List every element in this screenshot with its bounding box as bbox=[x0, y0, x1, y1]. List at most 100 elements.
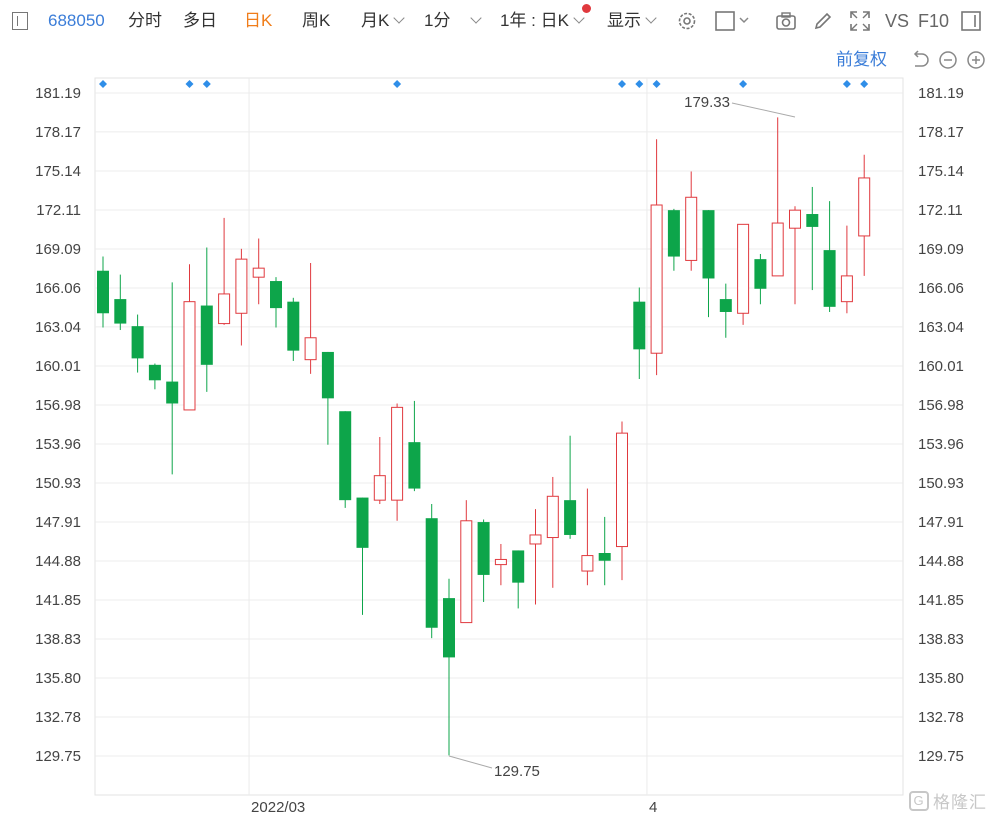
y-tick-label-left: 169.09 bbox=[35, 241, 81, 258]
y-tick-label-right: 175.14 bbox=[918, 163, 964, 180]
y-tick-label-left: 138.83 bbox=[35, 631, 81, 648]
candle-body-down bbox=[823, 250, 836, 307]
candle-body-up bbox=[529, 534, 542, 545]
watermark-mark-icon: G bbox=[909, 790, 929, 811]
candle-body-up bbox=[685, 196, 698, 261]
candle-body-up bbox=[789, 209, 801, 229]
max-annotation-label: 179.33 bbox=[684, 94, 730, 111]
candle-body-down bbox=[270, 281, 282, 309]
candle-body-down bbox=[702, 210, 715, 279]
event-marker-icon bbox=[393, 80, 402, 88]
candle-body-up bbox=[737, 223, 750, 314]
y-tick-label-right: 129.75 bbox=[918, 748, 964, 765]
candle-body-up bbox=[840, 275, 853, 303]
y-tick-label-right: 144.88 bbox=[918, 553, 964, 570]
y-tick-label-left: 144.88 bbox=[35, 553, 81, 570]
y-tick-label-right: 172.11 bbox=[918, 202, 963, 219]
candle-body-up bbox=[858, 177, 871, 237]
candle-body-up bbox=[391, 406, 404, 501]
candle-body-down bbox=[148, 364, 161, 381]
candle-body-down bbox=[719, 299, 732, 312]
event-marker-icon bbox=[652, 80, 661, 88]
candle-body-down bbox=[114, 299, 127, 324]
y-tick-label-right: 138.83 bbox=[918, 631, 964, 648]
event-marker-icon bbox=[635, 80, 644, 88]
candle-body-down bbox=[598, 553, 611, 561]
candle-body-up bbox=[581, 555, 594, 572]
candle-body-up bbox=[304, 337, 317, 361]
y-tick-label-right: 169.09 bbox=[918, 241, 964, 258]
candle-body-down bbox=[131, 326, 144, 359]
y-tick-label-left: 147.91 bbox=[35, 514, 81, 531]
x-tick-label: 4 bbox=[649, 799, 657, 816]
event-marker-icon bbox=[99, 80, 107, 88]
candle-body-down bbox=[200, 305, 213, 365]
y-tick-label-right: 160.01 bbox=[918, 358, 964, 375]
candle-body-down bbox=[806, 214, 819, 227]
y-tick-label-right: 178.17 bbox=[918, 124, 964, 141]
min-annotation-label: 129.75 bbox=[494, 763, 540, 780]
y-tick-label-right: 156.98 bbox=[918, 397, 964, 414]
y-tick-label-right: 147.91 bbox=[918, 514, 964, 531]
candle-body-down bbox=[425, 518, 438, 628]
candle-body-down bbox=[477, 522, 490, 575]
y-tick-label-left: 163.04 bbox=[35, 319, 81, 336]
candle-body-down bbox=[667, 210, 680, 257]
event-marker-icon bbox=[860, 80, 869, 88]
y-tick-label-right: 132.78 bbox=[918, 709, 964, 726]
x-tick-label: 2022/03 bbox=[251, 799, 305, 816]
candle-body-up bbox=[546, 495, 559, 539]
y-tick-label-left: 150.93 bbox=[35, 475, 81, 492]
y-tick-label-left: 181.19 bbox=[35, 85, 81, 102]
candle-body-up bbox=[373, 475, 386, 501]
event-marker-icon bbox=[202, 80, 211, 88]
candle-body-up bbox=[771, 222, 784, 277]
plot-frame bbox=[94, 77, 904, 796]
candle-body-down bbox=[408, 442, 421, 489]
candle-body-down bbox=[633, 301, 646, 350]
y-tick-label-left: 175.14 bbox=[35, 163, 81, 180]
candle-body-down bbox=[97, 270, 109, 314]
candle-body-up bbox=[218, 293, 231, 325]
candle-body-up bbox=[183, 301, 196, 411]
event-marker-icon bbox=[618, 80, 626, 88]
candle-body-up bbox=[460, 520, 473, 624]
candle-body-down bbox=[564, 500, 577, 535]
event-marker-icon bbox=[739, 80, 748, 88]
y-tick-label-left: 178.17 bbox=[35, 124, 81, 141]
min-annotation-leader bbox=[448, 755, 493, 769]
candle-body-down bbox=[356, 497, 369, 548]
y-tick-label-left: 166.06 bbox=[35, 280, 81, 297]
max-annotation-leader bbox=[731, 102, 796, 118]
y-tick-label-right: 153.96 bbox=[918, 436, 964, 453]
candle-body-down bbox=[339, 411, 352, 501]
candle-body-down bbox=[321, 351, 334, 399]
event-marker-icon bbox=[842, 80, 851, 88]
candle-body-up bbox=[252, 267, 265, 278]
y-tick-label-right: 163.04 bbox=[918, 319, 964, 336]
y-tick-label-right: 166.06 bbox=[918, 280, 964, 297]
y-tick-label-left: 160.01 bbox=[35, 358, 81, 375]
candle-body-up bbox=[235, 258, 248, 314]
y-tick-label-left: 132.78 bbox=[35, 709, 81, 726]
candle-body-down bbox=[512, 550, 525, 583]
candle-body-up bbox=[650, 204, 663, 354]
y-tick-label-left: 141.85 bbox=[35, 592, 81, 609]
candle-body-down bbox=[287, 301, 300, 351]
candle-body-down bbox=[443, 598, 455, 658]
candle-body-up bbox=[616, 432, 628, 548]
candle-body-down bbox=[166, 381, 179, 404]
candle-body-up bbox=[494, 558, 507, 566]
candle-body-down bbox=[754, 259, 767, 289]
y-tick-label-left: 172.11 bbox=[36, 202, 81, 219]
y-tick-label-right: 150.93 bbox=[918, 475, 964, 492]
y-tick-label-left: 135.80 bbox=[35, 670, 81, 687]
y-tick-label-left: 156.98 bbox=[35, 397, 81, 414]
event-marker-icon bbox=[185, 80, 194, 88]
watermark-logo: G 格隆汇 bbox=[909, 788, 987, 813]
y-tick-label-right: 135.80 bbox=[918, 670, 964, 687]
y-tick-label-right: 181.19 bbox=[918, 85, 964, 102]
y-tick-label-left: 129.75 bbox=[35, 748, 81, 765]
kline-chart[interactable]: 181.19 181.19 178.17 178.17 175.14 175.14 172.… bbox=[0, 0, 993, 817]
y-tick-label-right: 141.85 bbox=[918, 592, 964, 609]
